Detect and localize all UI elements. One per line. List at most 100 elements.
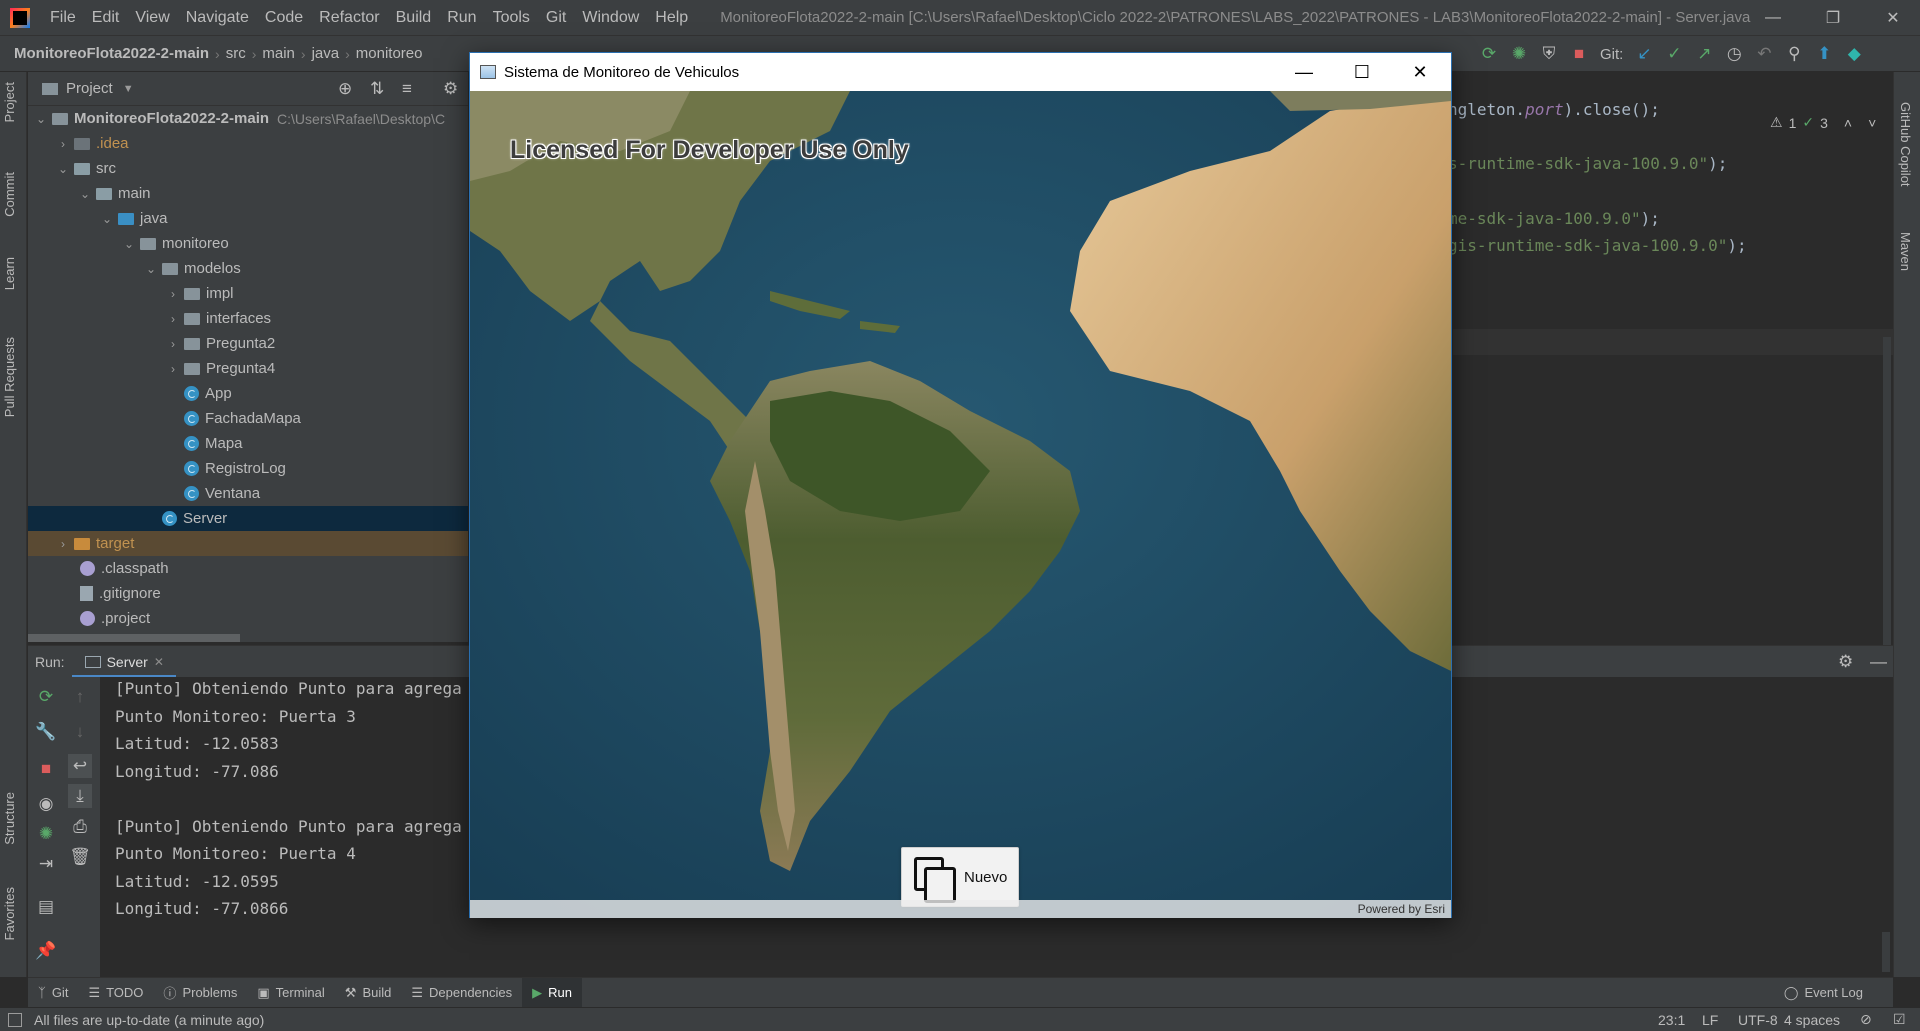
tab-learn[interactable]: Learn — [2, 257, 17, 290]
tab-structure[interactable]: Structure — [2, 792, 17, 845]
expand-all-icon[interactable]: ⇅ — [370, 79, 384, 99]
run-tab-server[interactable]: Server — [107, 654, 148, 670]
menu-tools[interactable]: Tools — [485, 9, 538, 27]
file-encoding[interactable]: UTF-8 — [1738, 1012, 1778, 1028]
tab-maven[interactable]: Maven — [1898, 232, 1913, 271]
chevron-down-icon[interactable]: ˅ — [1868, 115, 1876, 131]
minimize-icon[interactable]: — — [1275, 53, 1333, 91]
tree-item-server[interactable]: Server — [28, 506, 468, 531]
pin-icon[interactable]: 📌 — [34, 939, 58, 963]
tree-item-main[interactable]: ⌄ main — [28, 181, 468, 206]
menu-file[interactable]: File — [42, 9, 84, 27]
print-icon[interactable]: ⎙ — [68, 815, 92, 839]
tree-item-modelos[interactable]: ⌄ modelos — [28, 256, 468, 281]
search-icon[interactable]: ⚲ — [1779, 44, 1809, 64]
copilot-status-icon[interactable]: ⊘ — [1860, 1011, 1872, 1028]
coverage-icon[interactable]: ⛨ — [1534, 44, 1564, 64]
minimize-icon[interactable]: — — [1750, 0, 1796, 36]
tab-todo[interactable]: ☰ TODO — [78, 978, 153, 1008]
attribution-text[interactable]: Powered by Esri — [1358, 902, 1445, 916]
menu-help[interactable]: Help — [647, 9, 696, 27]
camera-icon[interactable]: ◉ — [34, 792, 58, 816]
project-title[interactable]: Project — [66, 80, 113, 97]
inspection-widget[interactable]: ⚠ 1 ✓ 3 ˄ ˅ — [1770, 114, 1876, 131]
breadcrumb-src[interactable]: src — [222, 45, 250, 62]
tab-git[interactable]: ᛉ Git — [28, 978, 78, 1008]
menu-edit[interactable]: Edit — [84, 9, 128, 27]
menu-navigate[interactable]: Navigate — [178, 9, 257, 27]
vertical-scrollbar[interactable] — [1882, 932, 1890, 972]
toolbox-icon[interactable]: ◆ — [1839, 44, 1869, 64]
git-push-icon[interactable]: ↗ — [1689, 44, 1719, 64]
gear-icon[interactable]: ⚙ — [443, 79, 458, 99]
close-icon[interactable]: ✕ — [1391, 53, 1449, 91]
tree-item-target[interactable]: › target — [28, 531, 468, 556]
rerun-icon[interactable]: ⟳ — [1474, 44, 1504, 64]
breadcrumb-monitoreo[interactable]: monitoreo — [352, 45, 427, 62]
history-icon[interactable]: ◷ — [1719, 44, 1749, 64]
tab-favorites[interactable]: Favorites — [2, 887, 17, 940]
close-tab-icon[interactable]: ✕ — [154, 655, 164, 669]
git-commit-icon[interactable]: ✓ — [1659, 44, 1689, 64]
horizontal-scrollbar[interactable] — [28, 634, 240, 642]
breadcrumb-project[interactable]: MonitoreoFlota2022-2-main — [0, 45, 213, 62]
menu-view[interactable]: View — [127, 9, 177, 27]
breadcrumb-java[interactable]: java — [308, 45, 344, 62]
exit-icon[interactable]: ⇥ — [34, 852, 58, 876]
tab-problems[interactable]: ⓘ Problems — [153, 978, 247, 1008]
collapse-all-icon[interactable]: ≡ — [402, 79, 412, 99]
tab-github-copilot[interactable]: GitHub Copilot — [1898, 102, 1913, 187]
tree-item-mapa[interactable]: Mapa — [28, 431, 468, 456]
rollback-icon[interactable]: ↶ — [1749, 44, 1779, 64]
menu-refactor[interactable]: Refactor — [311, 9, 387, 27]
maximize-icon[interactable]: ☐ — [1333, 53, 1391, 91]
tree-item-impl[interactable]: › impl — [28, 281, 468, 306]
restore-icon[interactable]: ❐ — [1810, 0, 1856, 36]
chevron-down-icon[interactable]: ▼ — [123, 83, 134, 95]
tab-build[interactable]: ⚒ Build — [335, 978, 402, 1008]
tree-item-src[interactable]: ⌄ src — [28, 156, 468, 181]
menu-code[interactable]: Code — [257, 9, 311, 27]
trash-icon[interactable]: 🗑 — [68, 845, 92, 869]
indent-setting[interactable]: 4 spaces — [1784, 1012, 1840, 1028]
arrow-up-icon[interactable]: ↑ — [68, 685, 92, 709]
tree-item-gitignore[interactable]: .gitignore — [28, 581, 468, 606]
tree-item-project[interactable]: .project — [28, 606, 468, 631]
soft-wrap-icon[interactable]: ↩ — [68, 754, 92, 778]
tree-item-interfaces[interactable]: › interfaces — [28, 306, 468, 331]
stop-icon[interactable]: ■ — [34, 757, 58, 781]
tree-item-app[interactable]: App — [28, 381, 468, 406]
caret-position[interactable]: 23:1 — [1658, 1012, 1685, 1028]
update-icon[interactable]: ⬆ — [1809, 44, 1839, 64]
stop-icon[interactable]: ■ — [1564, 44, 1594, 64]
tree-item-monitoreo[interactable]: ⌄ monitoreo — [28, 231, 468, 256]
tree-item-ventana[interactable]: Ventana — [28, 481, 468, 506]
menu-git[interactable]: Git — [538, 9, 574, 27]
tree-item-java[interactable]: ⌄ java — [28, 206, 468, 231]
tab-project[interactable]: Project — [2, 82, 17, 122]
git-update-icon[interactable]: ↙ — [1629, 44, 1659, 64]
menu-run[interactable]: Run — [439, 9, 484, 27]
gear-icon[interactable]: ⚙ — [1838, 652, 1853, 672]
satellite-map-view[interactable]: Licensed For Developer Use Only Nuevo Po… — [470, 91, 1451, 918]
tree-item-root[interactable]: ⌄ MonitoreoFlota2022-2-main C:\Users\Raf… — [28, 106, 468, 131]
tab-run[interactable]: ▶ Run — [522, 977, 582, 1008]
tab-pull-requests[interactable]: Pull Requests — [2, 337, 17, 417]
menu-window[interactable]: Window — [574, 9, 647, 27]
tree-item-registrolog[interactable]: RegistroLog — [28, 456, 468, 481]
tree-item-pregunta2[interactable]: › Pregunta2 — [28, 331, 468, 356]
layout-icon[interactable]: ▤ — [34, 895, 58, 919]
tree-item-pregunta4[interactable]: › Pregunta4 — [28, 356, 468, 381]
tab-dependencies[interactable]: ☰ Dependencies — [401, 978, 522, 1008]
locate-icon[interactable]: ⊕ — [338, 79, 352, 99]
wrench-icon[interactable]: 🔧 — [34, 720, 58, 744]
tab-commit[interactable]: Commit — [2, 172, 17, 217]
debug-icon[interactable]: ✺ — [34, 822, 58, 846]
scroll-to-end-icon[interactable]: ⤓ — [68, 784, 92, 808]
arrow-down-icon[interactable]: ↓ — [68, 720, 92, 744]
event-log-button[interactable]: ◯ Event Log — [1774, 978, 1873, 1008]
line-separator[interactable]: LF — [1702, 1012, 1718, 1028]
chevron-up-icon[interactable]: ˄ — [1844, 115, 1852, 131]
menu-build[interactable]: Build — [388, 9, 440, 27]
tree-item-classpath[interactable]: .classpath — [28, 556, 468, 581]
